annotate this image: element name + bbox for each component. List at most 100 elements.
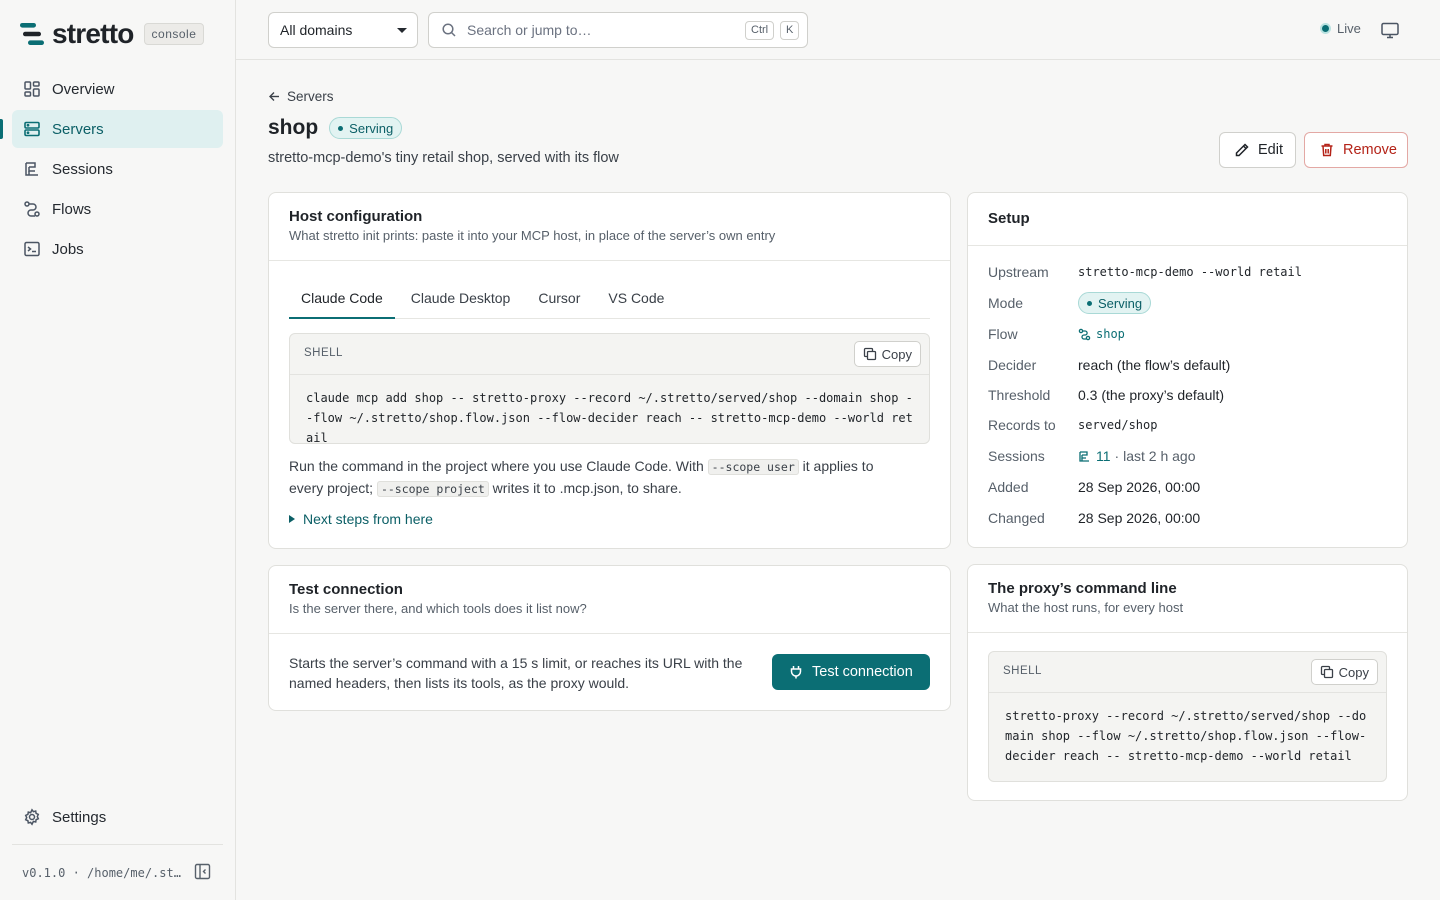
- plug-icon: [788, 664, 804, 680]
- setup-row-added: Added 28 Sep 2026, 00:00: [988, 479, 1200, 495]
- sessions-link[interactable]: 11: [1078, 448, 1111, 464]
- setup-row-records: Records to served/shop: [988, 417, 1157, 433]
- hint-text: Run the command in the project where you…: [289, 458, 708, 474]
- setup-row-upstream: Upstream stretto-mcp-demo --world retail: [988, 264, 1302, 280]
- brand-name: stretto: [52, 18, 134, 49]
- copy-button[interactable]: Copy: [1310, 659, 1378, 685]
- console-badge: console: [143, 23, 205, 45]
- sidebar-item-servers[interactable]: Servers: [0, 110, 223, 148]
- sessions-icon: [23, 160, 41, 178]
- search-icon: [441, 22, 457, 38]
- setup-row-changed: Changed 28 Sep 2026, 00:00: [988, 510, 1200, 526]
- copy-button[interactable]: Copy: [853, 341, 921, 367]
- flow-icon: [1078, 328, 1091, 341]
- monitor-icon[interactable]: [1380, 20, 1400, 40]
- setup-row-mode: Mode Serving: [988, 292, 1152, 314]
- proxy-command-code[interactable]: stretto-proxy --record ~/.stretto/served…: [989, 693, 1386, 779]
- sidebar-item-jobs[interactable]: Jobs: [12, 230, 223, 268]
- sidebar-item-sessions[interactable]: Sessions: [12, 150, 223, 188]
- setup-row-decider: Decider reach (the flow’s default): [988, 357, 1230, 373]
- next-steps-label: Next steps from here: [303, 511, 433, 527]
- search-input[interactable]: Search or jump to… Ctrl K: [428, 12, 808, 48]
- page-subtitle: stretto-mcp-demo's tiny retail shop, ser…: [268, 150, 619, 166]
- test-connection-card: Test connection Is the server there, and…: [268, 565, 951, 711]
- search-placeholder: Search or jump to…: [467, 22, 592, 38]
- sidebar: stretto console Overview Servers Session…: [0, 0, 236, 900]
- sidebar-footer: v0.1.0 · /home/me/.stretto: [12, 844, 223, 900]
- kbd-ctrl: Ctrl: [745, 21, 775, 40]
- status-badge: Serving: [329, 117, 403, 139]
- gear-icon: [23, 808, 41, 826]
- domain-select[interactable]: All domains: [268, 12, 418, 48]
- proxy-command-desc: What the host runs, for every host: [988, 600, 1184, 615]
- back-link[interactable]: Servers: [268, 89, 334, 104]
- code-header: SHELL Copy: [989, 652, 1386, 693]
- tab-claude-desktop[interactable]: Claude Desktop: [399, 279, 523, 319]
- tab-vs-code[interactable]: VS Code: [596, 279, 676, 319]
- hint-text: writes it to .mcp.json, to share.: [488, 480, 682, 496]
- setup-key: Decider: [988, 357, 1037, 373]
- page-title-row: shop Serving: [268, 116, 403, 140]
- flow-link-label: shop: [1096, 327, 1125, 341]
- sidebar-item-settings[interactable]: Settings: [12, 798, 223, 836]
- host-config-desc: What stretto init prints: paste it into …: [289, 228, 776, 243]
- collapse-sidebar-icon[interactable]: [194, 863, 211, 880]
- flow-link[interactable]: shop: [1078, 327, 1125, 341]
- copy-button-label: Copy: [881, 346, 912, 362]
- back-link-label: Servers: [287, 89, 334, 104]
- stretto-logo-icon: [20, 22, 44, 46]
- code-language-label: SHELL: [1003, 665, 1042, 677]
- setup-key: Mode: [988, 295, 1024, 311]
- proxy-command-box: SHELL Copy stretto-proxy --record ~/.str…: [988, 651, 1387, 782]
- brand[interactable]: stretto console: [20, 18, 205, 49]
- proxy-command-title: The proxy’s command line: [988, 580, 1177, 597]
- sidebar-item-label: Overview: [52, 80, 115, 98]
- copy-button-label: Copy: [1338, 664, 1369, 680]
- sidebar-item-overview[interactable]: Overview: [12, 70, 223, 108]
- tab-claude-code[interactable]: Claude Code: [289, 279, 395, 319]
- host-config-hint: Run the command in the project where you…: [289, 456, 909, 500]
- sidebar-settings: Settings: [12, 798, 223, 838]
- copy-icon: [1320, 665, 1334, 679]
- setup-key: Sessions: [988, 448, 1045, 464]
- changed-value: 28 Sep 2026, 00:00: [1078, 510, 1201, 526]
- sidebar-nav: Overview Servers Sessions Flows Jobs: [0, 70, 223, 270]
- tab-cursor[interactable]: Cursor: [526, 279, 592, 319]
- edit-button[interactable]: Edit: [1219, 132, 1296, 168]
- chevron-down-icon: [397, 28, 407, 33]
- remove-button[interactable]: Remove: [1304, 132, 1408, 168]
- setup-key: Flow: [988, 326, 1018, 342]
- live-label: Live: [1337, 21, 1361, 36]
- sessions-count: 11: [1096, 448, 1111, 464]
- sidebar-item-label: Servers: [52, 120, 104, 138]
- sidebar-item-label: Settings: [52, 808, 107, 826]
- test-connection-button-label: Test connection: [812, 664, 913, 680]
- added-value: 28 Sep 2026, 00:00: [1078, 479, 1201, 495]
- host-command-box: SHELL Copy claude mcp add shop -- strett…: [289, 333, 930, 444]
- sessions-last: · last 2 h ago: [1114, 448, 1196, 464]
- version-path: v0.1.0 · /home/me/.stretto: [22, 865, 182, 880]
- edit-button-label: Edit: [1258, 142, 1283, 158]
- test-connection-button[interactable]: Test connection: [772, 654, 930, 690]
- next-steps-toggle[interactable]: Next steps from here: [289, 511, 433, 527]
- page-title: shop: [268, 116, 319, 139]
- setup-key: Upstream: [988, 264, 1049, 280]
- sidebar-item-label: Sessions: [52, 160, 113, 178]
- decider-value: reach (the flow’s default): [1078, 357, 1231, 373]
- domain-select-value: All domains: [280, 22, 353, 38]
- test-connection-desc: Is the server there, and which tools doe…: [289, 601, 587, 616]
- setup-row-flow: Flow shop: [988, 326, 1125, 342]
- setup-row-sessions: Sessions 11 · last 2 h ago: [988, 448, 1195, 464]
- host-command-code[interactable]: claude mcp add shop -- stretto-proxy --r…: [290, 375, 929, 443]
- setup-key: Records to: [988, 417, 1056, 433]
- topbar: All domains Search or jump to… Ctrl K Li…: [236, 0, 1440, 60]
- test-connection-text: Starts the server’s command with a 15 s …: [289, 655, 743, 691]
- sidebar-item-label: Jobs: [52, 240, 84, 258]
- setup-header: Setup: [968, 193, 1407, 246]
- sidebar-item-flows[interactable]: Flows: [12, 190, 223, 228]
- host-tabs: Claude Code Claude Desktop Cursor VS Cod…: [289, 279, 930, 319]
- code-header: SHELL Copy: [290, 334, 929, 375]
- setup-key: Threshold: [988, 387, 1051, 403]
- proxy-command-header: The proxy’s command line What the host r…: [968, 565, 1407, 633]
- dashboard-icon: [23, 80, 41, 98]
